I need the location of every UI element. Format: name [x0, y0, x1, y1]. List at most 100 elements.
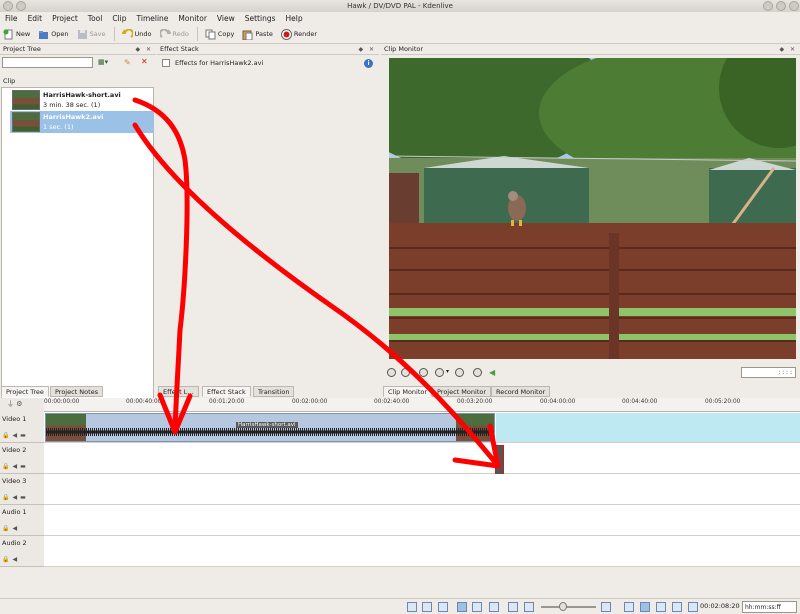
ruler-tick-label: 00:04:00:00 — [540, 399, 576, 405]
ruler-tick-label: 00:02:00:00 — [292, 399, 328, 405]
track-header-audio2[interactable]: Audio 2 🔒◀ — [0, 536, 44, 567]
timeline-mode-icon[interactable] — [688, 602, 698, 612]
fit-zoom-icon[interactable] — [508, 602, 518, 612]
window-pin-icon[interactable] — [16, 1, 26, 11]
video-thumbnails-icon[interactable] — [407, 602, 417, 612]
project-search-input[interactable] — [2, 57, 93, 68]
edit-pencil-icon[interactable]: ✎ — [124, 58, 131, 67]
track-lock-mute-icons[interactable]: 🔒◀▬ — [2, 432, 29, 439]
paste-button[interactable]: Paste — [242, 29, 273, 40]
menu-settings[interactable]: Settings — [245, 12, 276, 25]
track-video2[interactable] — [44, 443, 800, 475]
undo-button[interactable]: Undo — [121, 28, 152, 40]
tab-effect-list[interactable]: Effect L... — [158, 386, 199, 397]
play-icon[interactable] — [435, 368, 444, 377]
save-button[interactable]: Save — [77, 29, 106, 40]
tab-effect-stack[interactable]: Effect Stack — [202, 386, 251, 397]
clip-item-harrishawk-short[interactable]: HarrisHawk-short.avi 3 min. 38 sec. (1) — [10, 89, 154, 111]
edit-mode-icon[interactable] — [656, 602, 666, 612]
track-header-video2[interactable]: Video 2 🔒◀▬ — [0, 443, 44, 474]
clip-column-header: Clip — [3, 77, 16, 85]
menu-view[interactable]: View — [217, 12, 235, 25]
dock-float-close-icon[interactable]: ◆ ✕ — [135, 44, 153, 55]
menu-help[interactable]: Help — [286, 12, 303, 25]
monitor-video-frame[interactable] — [389, 58, 796, 359]
step-back-icon[interactable] — [401, 368, 410, 377]
menu-file[interactable]: File — [5, 12, 18, 25]
tab-project-monitor[interactable]: Project Monitor — [432, 386, 492, 397]
timecode-format-select[interactable]: hh:mm:ss:ff — [742, 601, 797, 613]
track-header-video3[interactable]: Video 3 🔒◀▬ — [0, 474, 44, 505]
timeline-clip-harrishawk2[interactable] — [495, 445, 504, 475]
dock-float-close-icon[interactable]: ◆ ✕ — [358, 44, 376, 55]
tab-record-monitor[interactable]: Record Monitor — [491, 386, 551, 397]
zoom-out-icon[interactable] — [524, 602, 534, 612]
prev-frame-icon[interactable] — [419, 368, 428, 377]
track-lock-mute-icons[interactable]: 🔒◀ — [2, 525, 20, 532]
track-audio1[interactable] — [44, 505, 800, 536]
save-disk-icon — [77, 29, 87, 39]
redo-button[interactable]: Redo — [159, 28, 189, 40]
track-lock-mute-icons[interactable]: 🔒◀▬ — [2, 494, 29, 501]
track-lock-mute-icons[interactable]: 🔒◀ — [2, 556, 20, 563]
render-record-icon — [280, 28, 292, 40]
open-label: Open — [51, 30, 69, 38]
menu-tool[interactable]: Tool — [88, 12, 103, 25]
toolbar-separator — [196, 27, 198, 41]
tab-clip-monitor[interactable]: Clip Monitor — [383, 386, 433, 397]
zoom-slider[interactable] — [541, 602, 596, 611]
effect-stack-title-label: Effect Stack — [160, 45, 199, 53]
minimize-icon[interactable] — [763, 1, 773, 11]
track-lock-mute-icons[interactable]: 🔒◀▬ — [2, 463, 29, 470]
main-toolbar: New Open Save Undo Redo Copy Paste Rende… — [0, 25, 800, 44]
track-video3[interactable] — [44, 474, 800, 505]
new-button[interactable]: New — [3, 29, 30, 40]
timeline-clip-harrishawk-short[interactable]: HarrisHawk-short.avi — [45, 413, 495, 442]
tab-project-tree[interactable]: Project Tree — [1, 386, 49, 397]
track-video1[interactable]: HarrisHawk-short.avi — [44, 412, 800, 443]
tab-project-notes[interactable]: Project Notes — [50, 386, 104, 397]
timeline-ruler[interactable]: 00:00:00:00 00:00:40:00 00:01:20:00 00:0… — [44, 398, 800, 412]
menu-monitor[interactable]: Monitor — [178, 12, 207, 25]
menu-edit[interactable]: Edit — [28, 12, 43, 25]
play-options-chevron-icon[interactable]: ▾ — [446, 368, 449, 375]
monitor-timecode-field[interactable]: : : : : — [741, 367, 796, 378]
show-markers-icon[interactable] — [438, 602, 448, 612]
clip-monitor-panel: Clip Monitor ◆ ✕ ▾ ◀:::: — [381, 44, 800, 384]
info-icon[interactable]: i — [364, 59, 373, 68]
track-header-video1[interactable]: Video 1 🔒◀▬ — [0, 412, 44, 443]
zoom-in-icon[interactable] — [601, 602, 611, 612]
clip-item-harrishawk2[interactable]: HarrisHawk2.avi 1 sec. (1) — [10, 111, 154, 133]
rewind-icon[interactable] — [387, 368, 396, 377]
open-button[interactable]: Open — [38, 29, 69, 40]
window-menu-icon[interactable] — [3, 1, 13, 11]
dock-float-close-icon[interactable]: ◆ ✕ — [779, 44, 797, 55]
effects-enable-checkbox[interactable] — [162, 59, 170, 67]
spacer-tool-icon[interactable] — [489, 602, 499, 612]
undo-label: Undo — [134, 30, 152, 38]
menu-clip[interactable]: Clip — [112, 12, 126, 25]
volume-icon[interactable]: ◀ — [489, 368, 495, 377]
menu-timeline[interactable]: Timeline — [137, 12, 169, 25]
zoom-slider-handle[interactable] — [559, 602, 567, 611]
selection-tool-icon[interactable] — [457, 602, 467, 612]
render-button[interactable]: Render — [280, 28, 317, 40]
menu-project[interactable]: Project — [52, 12, 78, 25]
monitor-overlay-icon[interactable] — [672, 602, 682, 612]
split-audio-icon[interactable] — [640, 602, 650, 612]
tab-transition[interactable]: Transition — [253, 386, 295, 397]
next-frame-icon[interactable] — [455, 368, 464, 377]
track-audio2[interactable] — [44, 536, 800, 567]
audio-thumbnails-icon[interactable] — [422, 602, 432, 612]
fast-forward-icon[interactable] — [473, 368, 482, 377]
window-title: Hawk / DV/DVD PAL - Kdenlive — [347, 2, 453, 10]
snap-icon[interactable] — [624, 602, 634, 612]
razor-tool-icon[interactable] — [472, 602, 482, 612]
maximize-icon[interactable] — [776, 1, 786, 11]
delete-clip-icon[interactable]: ✕ — [141, 57, 148, 66]
add-clip-icon[interactable]: ▦▾ — [98, 58, 108, 66]
timeline-zoom-icon[interactable]: ⏚ ⚙ — [0, 398, 44, 412]
track-header-audio1[interactable]: Audio 1 🔒◀ — [0, 505, 44, 536]
copy-button[interactable]: Copy — [205, 29, 234, 40]
close-icon[interactable] — [789, 1, 799, 11]
